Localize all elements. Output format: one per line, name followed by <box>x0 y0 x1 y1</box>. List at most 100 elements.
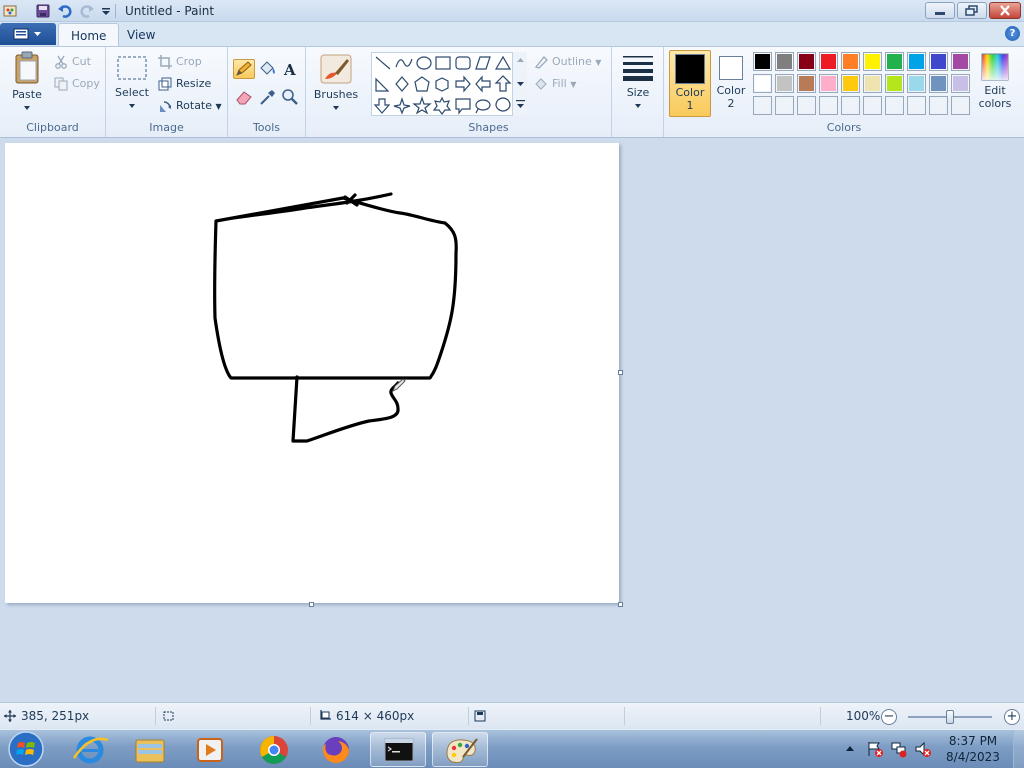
cut-button[interactable]: Cut <box>52 53 91 71</box>
color-swatch[interactable] <box>797 52 816 71</box>
custom-color-slot[interactable] <box>753 96 772 115</box>
color-swatch[interactable] <box>885 52 904 71</box>
size-dropdown-icon[interactable] <box>633 103 643 109</box>
tab-home[interactable]: Home <box>58 23 120 46</box>
shapes-scrollbar[interactable] <box>512 52 527 116</box>
system-clock[interactable]: 8:37 PM 8/4/2023 <box>938 733 1008 765</box>
help-icon[interactable]: ? <box>1005 26 1020 41</box>
color-swatch[interactable] <box>863 74 882 93</box>
copy-button[interactable]: Copy <box>52 75 100 93</box>
color-swatch[interactable] <box>775 74 794 93</box>
color-picker-tool[interactable] <box>256 87 278 107</box>
swatch-fill <box>777 98 792 113</box>
custom-color-slot[interactable] <box>951 96 970 115</box>
start-button[interactable] <box>4 730 48 768</box>
custom-color-slot[interactable] <box>907 96 926 115</box>
zoom-slider-thumb[interactable] <box>946 710 954 724</box>
pencil-tool[interactable] <box>233 59 255 79</box>
custom-color-slot[interactable] <box>863 96 882 115</box>
fill-tool[interactable] <box>256 59 278 79</box>
rotate-dropdown-icon[interactable]: ▼ <box>216 102 222 111</box>
minimize-button[interactable] <box>925 2 955 19</box>
color-swatch[interactable] <box>885 74 904 93</box>
taskbar-file-explorer[interactable] <box>122 732 178 767</box>
paint-app-icon[interactable] <box>3 3 19 19</box>
customize-toolbar-icon[interactable] <box>98 3 114 19</box>
canvas-workspace[interactable] <box>0 138 1024 702</box>
custom-color-slot[interactable] <box>841 96 860 115</box>
select-button[interactable]: Select <box>112 53 152 115</box>
resize-handle-corner[interactable] <box>618 602 623 607</box>
show-desktop-button[interactable] <box>1013 730 1024 768</box>
rotate-button[interactable]: Rotate ▼ <box>156 97 222 115</box>
color2-button[interactable]: Color 2 <box>713 50 749 117</box>
volume-muted-icon[interactable] <box>914 740 932 758</box>
taskbar-media-player[interactable] <box>182 732 238 767</box>
eraser-tool[interactable] <box>233 87 255 107</box>
rotate-label: Rotate <box>176 99 213 112</box>
status-separator <box>820 707 821 725</box>
custom-color-slot[interactable] <box>929 96 948 115</box>
edit-colors-button[interactable]: Edit colors <box>975 53 1015 117</box>
custom-color-slot[interactable] <box>775 96 794 115</box>
color-swatch[interactable] <box>775 52 794 71</box>
plus-icon: + <box>1006 709 1018 724</box>
swatch-fill <box>865 98 880 113</box>
color-swatch[interactable] <box>951 52 970 71</box>
color-swatch[interactable] <box>863 52 882 71</box>
size-button[interactable]: Size <box>618 53 658 115</box>
color-swatch[interactable] <box>929 74 948 93</box>
restore-button[interactable] <box>957 2 987 19</box>
outline-button[interactable]: Outline ▼ <box>532 53 601 71</box>
network-icon[interactable] <box>890 740 908 758</box>
color-swatch[interactable] <box>819 74 838 93</box>
color-swatch[interactable] <box>951 74 970 93</box>
redo-icon[interactable] <box>79 3 95 19</box>
magnifier-tool[interactable] <box>279 87 301 107</box>
resize-handle-right[interactable] <box>618 370 623 375</box>
color-swatch[interactable] <box>841 74 860 93</box>
zoom-in-button[interactable]: + <box>1004 709 1020 725</box>
undo-icon[interactable] <box>57 3 73 19</box>
color-swatch[interactable] <box>841 52 860 71</box>
drawn-tail-stroke <box>291 375 400 443</box>
color1-button[interactable]: Color 1 <box>669 50 711 117</box>
taskbar-firefox[interactable] <box>308 732 364 767</box>
outline-dropdown-icon: ▼ <box>595 58 602 67</box>
taskbar-command-prompt[interactable] <box>370 732 426 767</box>
custom-color-slot[interactable] <box>885 96 904 115</box>
crop-button[interactable]: Crop <box>156 53 202 71</box>
color-swatch[interactable] <box>907 74 926 93</box>
paste-dropdown-icon[interactable] <box>22 105 32 111</box>
show-hidden-icons[interactable] <box>845 744 855 752</box>
pencil-cursor-icon <box>392 378 406 393</box>
zoom-out-button[interactable]: − <box>881 709 897 725</box>
paste-button[interactable]: Paste <box>6 51 48 115</box>
text-tool[interactable]: A <box>279 59 301 79</box>
close-button[interactable] <box>989 2 1021 19</box>
tab-view[interactable]: View <box>115 23 167 46</box>
color-swatch[interactable] <box>753 52 772 71</box>
custom-color-slot[interactable] <box>797 96 816 115</box>
resize-button[interactable]: Resize <box>156 75 211 93</box>
color-swatch[interactable] <box>753 74 772 93</box>
brushes-button[interactable]: Brushes <box>312 53 360 115</box>
swatch-fill <box>843 76 858 91</box>
color-swatch[interactable] <box>929 52 948 71</box>
resize-handle-bottom[interactable] <box>309 602 314 607</box>
action-center-flag-icon[interactable] <box>866 740 884 758</box>
color-swatch[interactable] <box>907 52 926 71</box>
taskbar-internet-explorer[interactable] <box>62 732 118 767</box>
brushes-dropdown-icon[interactable] <box>331 105 341 111</box>
fill-button[interactable]: Fill ▼ <box>532 75 576 93</box>
paint-menu-button[interactable] <box>0 23 56 45</box>
save-icon[interactable] <box>35 3 51 19</box>
taskbar-paint[interactable] <box>432 732 488 767</box>
swatch-fill <box>909 98 924 113</box>
select-dropdown-icon[interactable] <box>127 103 137 109</box>
color-swatch[interactable] <box>819 52 838 71</box>
drawing-canvas[interactable] <box>5 143 619 603</box>
custom-color-slot[interactable] <box>819 96 838 115</box>
color-swatch[interactable] <box>797 74 816 93</box>
taskbar-chrome[interactable] <box>246 732 302 767</box>
